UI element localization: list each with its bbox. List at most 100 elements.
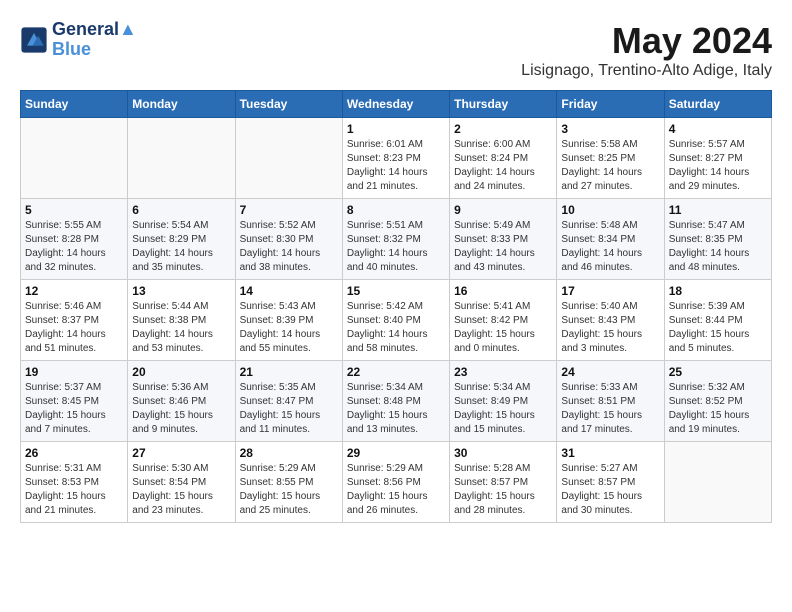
day-info: Sunrise: 5:30 AM Sunset: 8:54 PM Dayligh…: [132, 462, 230, 518]
day-number: 31: [561, 446, 659, 460]
day-number: 16: [454, 284, 552, 298]
day-number: 27: [132, 446, 230, 460]
logo-icon: [20, 26, 48, 54]
day-info: Sunrise: 5:54 AM Sunset: 8:29 PM Dayligh…: [132, 219, 230, 275]
calendar-cell: 19 Sunrise: 5:37 AM Sunset: 8:45 PM Dayli…: [21, 361, 128, 442]
location-title: Lisignago, Trentino-Alto Adige, Italy: [521, 62, 772, 80]
day-number: 12: [25, 284, 123, 298]
weekday-header-thursday: Thursday: [450, 91, 557, 118]
day-info: Sunrise: 5:39 AM Sunset: 8:44 PM Dayligh…: [669, 300, 767, 356]
calendar-cell: 9 Sunrise: 5:49 AM Sunset: 8:33 PM Daylig…: [450, 199, 557, 280]
day-info: Sunrise: 5:27 AM Sunset: 8:57 PM Dayligh…: [561, 462, 659, 518]
day-number: 11: [669, 203, 767, 217]
day-number: 19: [25, 365, 123, 379]
calendar-cell: 7 Sunrise: 5:52 AM Sunset: 8:30 PM Daylig…: [235, 199, 342, 280]
day-info: Sunrise: 5:34 AM Sunset: 8:49 PM Dayligh…: [454, 381, 552, 437]
day-info: Sunrise: 5:49 AM Sunset: 8:33 PM Dayligh…: [454, 219, 552, 275]
day-info: Sunrise: 5:46 AM Sunset: 8:37 PM Dayligh…: [25, 300, 123, 356]
calendar-cell: 2Sunrise: 6:00 AM Sunset: 8:24 PM Daylig…: [450, 118, 557, 199]
day-info: Sunrise: 5:57 AM Sunset: 8:27 PM Dayligh…: [669, 138, 767, 194]
calendar-cell: 24 Sunrise: 5:33 AM Sunset: 8:51 PM Dayli…: [557, 361, 664, 442]
calendar-cell: 21 Sunrise: 5:35 AM Sunset: 8:47 PM Dayli…: [235, 361, 342, 442]
day-info: Sunrise: 5:58 AM Sunset: 8:25 PM Dayligh…: [561, 138, 659, 194]
day-number: 23: [454, 365, 552, 379]
day-number: 26: [25, 446, 123, 460]
day-number: 6: [132, 203, 230, 217]
weekday-header-monday: Monday: [128, 91, 235, 118]
calendar-cell: 23 Sunrise: 5:34 AM Sunset: 8:49 PM Dayli…: [450, 361, 557, 442]
calendar-cell: 3 Sunrise: 5:58 AM Sunset: 8:25 PM Daylig…: [557, 118, 664, 199]
day-number: 14: [240, 284, 338, 298]
week-row-2: 5 Sunrise: 5:55 AM Sunset: 8:28 PM Daylig…: [21, 199, 772, 280]
day-number: 18: [669, 284, 767, 298]
day-info: Sunrise: 5:31 AM Sunset: 8:53 PM Dayligh…: [25, 462, 123, 518]
calendar-cell: 15 Sunrise: 5:42 AM Sunset: 8:40 PM Dayli…: [342, 280, 449, 361]
day-number: 17: [561, 284, 659, 298]
day-number: 13: [132, 284, 230, 298]
week-row-3: 12 Sunrise: 5:46 AM Sunset: 8:37 PM Dayli…: [21, 280, 772, 361]
day-info: Sunrise: 5:42 AM Sunset: 8:40 PM Dayligh…: [347, 300, 445, 356]
calendar-cell: 27 Sunrise: 5:30 AM Sunset: 8:54 PM Dayli…: [128, 442, 235, 523]
weekday-header-row: SundayMondayTuesdayWednesdayThursdayFrid…: [21, 91, 772, 118]
day-number: 21: [240, 365, 338, 379]
day-info: Sunrise: 5:48 AM Sunset: 8:34 PM Dayligh…: [561, 219, 659, 275]
calendar-cell: 30 Sunrise: 5:28 AM Sunset: 8:57 PM Dayli…: [450, 442, 557, 523]
title-block: May 2024 Lisignago, Trentino-Alto Adige,…: [521, 20, 772, 80]
day-number: 5: [25, 203, 123, 217]
day-info: Sunrise: 5:37 AM Sunset: 8:45 PM Dayligh…: [25, 381, 123, 437]
logo-text: General▲ Blue: [52, 20, 137, 60]
day-info: Sunrise: 5:28 AM Sunset: 8:57 PM Dayligh…: [454, 462, 552, 518]
weekday-header-wednesday: Wednesday: [342, 91, 449, 118]
day-number: 10: [561, 203, 659, 217]
calendar-cell: 13 Sunrise: 5:44 AM Sunset: 8:38 PM Dayli…: [128, 280, 235, 361]
day-info: Sunrise: 5:43 AM Sunset: 8:39 PM Dayligh…: [240, 300, 338, 356]
day-info: Sunrise: 5:35 AM Sunset: 8:47 PM Dayligh…: [240, 381, 338, 437]
calendar-cell: 31 Sunrise: 5:27 AM Sunset: 8:57 PM Dayli…: [557, 442, 664, 523]
calendar-cell: 12 Sunrise: 5:46 AM Sunset: 8:37 PM Dayli…: [21, 280, 128, 361]
day-info: Sunrise: 5:33 AM Sunset: 8:51 PM Dayligh…: [561, 381, 659, 437]
calendar-cell: 28 Sunrise: 5:29 AM Sunset: 8:55 PM Dayli…: [235, 442, 342, 523]
calendar-cell: [21, 118, 128, 199]
calendar-cell: 8Sunrise: 5:51 AM Sunset: 8:32 PM Daylig…: [342, 199, 449, 280]
weekday-header-friday: Friday: [557, 91, 664, 118]
day-info: Sunrise: 6:01 AM Sunset: 8:23 PM Dayligh…: [347, 138, 445, 194]
day-number: 28: [240, 446, 338, 460]
day-info: Sunrise: 5:32 AM Sunset: 8:52 PM Dayligh…: [669, 381, 767, 437]
calendar-cell: 4Sunrise: 5:57 AM Sunset: 8:27 PM Daylig…: [664, 118, 771, 199]
day-number: 1: [347, 122, 445, 136]
calendar-cell: 26 Sunrise: 5:31 AM Sunset: 8:53 PM Dayli…: [21, 442, 128, 523]
calendar-cell: [128, 118, 235, 199]
day-info: Sunrise: 5:52 AM Sunset: 8:30 PM Dayligh…: [240, 219, 338, 275]
day-number: 20: [132, 365, 230, 379]
day-number: 22: [347, 365, 445, 379]
calendar-cell: 5 Sunrise: 5:55 AM Sunset: 8:28 PM Daylig…: [21, 199, 128, 280]
day-info: Sunrise: 5:44 AM Sunset: 8:38 PM Dayligh…: [132, 300, 230, 356]
day-number: 7: [240, 203, 338, 217]
week-row-4: 19 Sunrise: 5:37 AM Sunset: 8:45 PM Dayli…: [21, 361, 772, 442]
week-row-5: 26 Sunrise: 5:31 AM Sunset: 8:53 PM Dayli…: [21, 442, 772, 523]
day-number: 3: [561, 122, 659, 136]
calendar-cell: 29Sunrise: 5:29 AM Sunset: 8:56 PM Dayli…: [342, 442, 449, 523]
week-row-1: 1 Sunrise: 6:01 AM Sunset: 8:23 PM Daylig…: [21, 118, 772, 199]
calendar-cell: 18 Sunrise: 5:39 AM Sunset: 8:44 PM Dayli…: [664, 280, 771, 361]
day-info: Sunrise: 5:36 AM Sunset: 8:46 PM Dayligh…: [132, 381, 230, 437]
day-info: Sunrise: 5:47 AM Sunset: 8:35 PM Dayligh…: [669, 219, 767, 275]
day-number: 30: [454, 446, 552, 460]
calendar-cell: 22Sunrise: 5:34 AM Sunset: 8:48 PM Dayli…: [342, 361, 449, 442]
page-header: General▲ Blue May 2024 Lisignago, Trenti…: [20, 20, 772, 80]
calendar-cell: 10 Sunrise: 5:48 AM Sunset: 8:34 PM Dayli…: [557, 199, 664, 280]
calendar-cell: [664, 442, 771, 523]
day-number: 9: [454, 203, 552, 217]
weekday-header-tuesday: Tuesday: [235, 91, 342, 118]
day-info: Sunrise: 6:00 AM Sunset: 8:24 PM Dayligh…: [454, 138, 552, 194]
day-info: Sunrise: 5:55 AM Sunset: 8:28 PM Dayligh…: [25, 219, 123, 275]
calendar-table: SundayMondayTuesdayWednesdayThursdayFrid…: [20, 90, 772, 523]
day-number: 15: [347, 284, 445, 298]
day-info: Sunrise: 5:40 AM Sunset: 8:43 PM Dayligh…: [561, 300, 659, 356]
calendar-cell: 6 Sunrise: 5:54 AM Sunset: 8:29 PM Daylig…: [128, 199, 235, 280]
calendar-cell: 16Sunrise: 5:41 AM Sunset: 8:42 PM Dayli…: [450, 280, 557, 361]
day-number: 29: [347, 446, 445, 460]
logo: General▲ Blue: [20, 20, 137, 60]
day-number: 24: [561, 365, 659, 379]
day-info: Sunrise: 5:29 AM Sunset: 8:55 PM Dayligh…: [240, 462, 338, 518]
